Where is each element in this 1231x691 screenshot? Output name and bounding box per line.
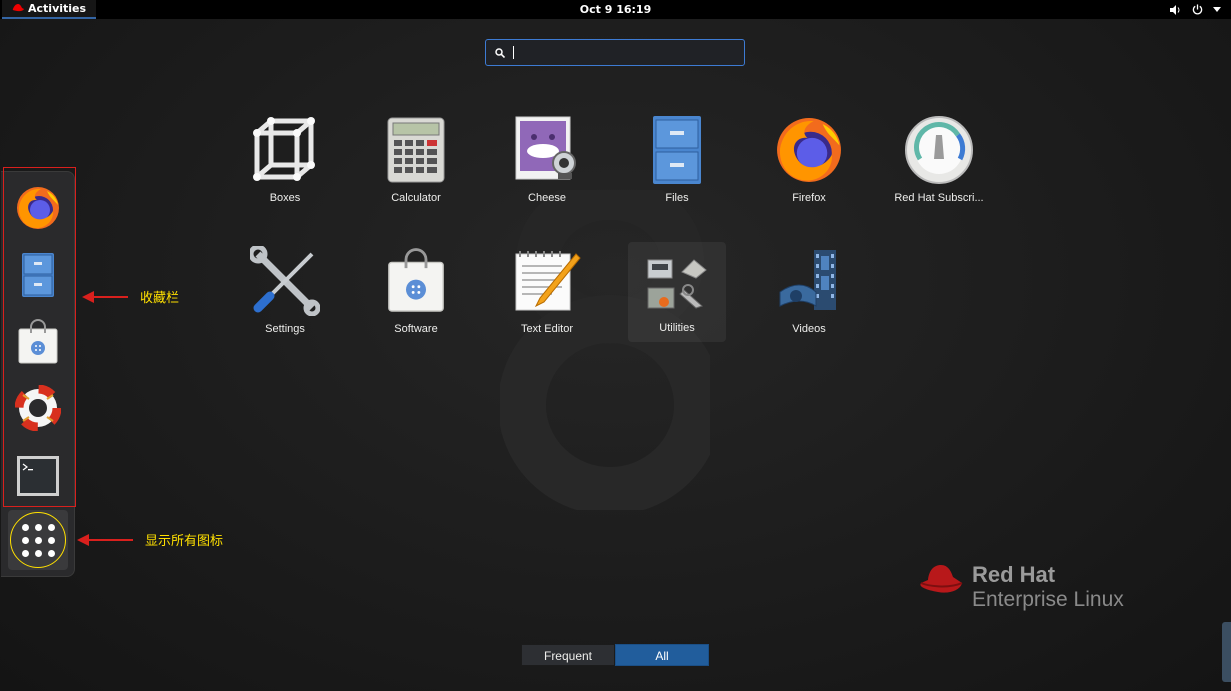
videos-icon: [779, 250, 836, 310]
help-icon: [15, 385, 61, 431]
subscription-icon: [905, 116, 973, 184]
app-software[interactable]: Software: [356, 245, 476, 345]
dock-item-terminal[interactable]: [13, 451, 63, 501]
terminal-icon: [17, 456, 59, 496]
rhel8-background-logo: [500, 190, 710, 510]
clock[interactable]: Oct 9 16:19: [0, 0, 1231, 19]
top-bar: Activities Oct 9 16:19: [0, 0, 1231, 19]
firefox-icon: [17, 187, 59, 229]
firefox-icon: [777, 118, 841, 182]
search-icon: [495, 43, 506, 62]
app-red-hat-subscription[interactable]: Red Hat Subscri...: [879, 114, 999, 214]
volume-icon: [1170, 4, 1182, 15]
branding-line1: Red Hat: [972, 562, 1056, 587]
files-icon: [653, 116, 701, 184]
app-label: Settings: [265, 323, 305, 335]
dock-item-help[interactable]: [13, 383, 63, 433]
frequent-tab[interactable]: Frequent: [521, 644, 615, 666]
cheese-icon: [515, 116, 576, 180]
redhat-branding: Red Hat Enterprise Linux: [918, 562, 1124, 612]
app-label: Cheese: [528, 192, 566, 204]
grid-icon: [10, 512, 66, 568]
show-apps-annotation: 显示所有图标: [77, 530, 223, 549]
app-label: Red Hat Subscri...: [894, 192, 984, 204]
search-bar[interactable]: [485, 39, 745, 66]
app-label: Boxes: [269, 192, 301, 204]
favorites-annotation-label: 收藏栏: [140, 291, 180, 306]
utilities-folder-icon: [647, 259, 707, 309]
app-files[interactable]: Files: [617, 114, 737, 214]
app-label: Utilities: [659, 322, 695, 334]
dock-item-software[interactable]: [13, 317, 63, 367]
app-videos[interactable]: Videos: [749, 245, 869, 345]
files-icon: [22, 253, 54, 297]
chevron-down-icon: [1213, 7, 1221, 12]
text-editor-icon: [515, 251, 581, 311]
app-label: Software: [394, 323, 438, 335]
workspace-thumbnail-edge[interactable]: [1222, 622, 1231, 682]
view-switcher: Frequent All: [521, 644, 709, 666]
show-apps-annotation-label: 显示所有图标: [145, 534, 224, 549]
app-label: Files: [665, 192, 689, 204]
search-input[interactable]: [522, 45, 742, 60]
app-label: Calculator: [391, 192, 441, 204]
power-icon: [1192, 4, 1203, 15]
app-label: Videos: [792, 323, 826, 335]
text-cursor: [513, 46, 514, 59]
show-applications-button[interactable]: [8, 510, 68, 570]
app-firefox[interactable]: Firefox: [749, 114, 869, 214]
favorites-annotation: 收藏栏: [82, 287, 179, 306]
software-icon: [388, 248, 444, 312]
arrow-left-icon: [77, 533, 133, 546]
app-calculator[interactable]: Calculator: [356, 114, 476, 214]
app-text-editor[interactable]: Text Editor: [487, 245, 607, 345]
calculator-icon: [387, 117, 445, 183]
app-utilities-folder[interactable]: Utilities: [628, 242, 726, 342]
all-tab[interactable]: All: [615, 644, 709, 666]
dock-item-firefox[interactable]: [13, 183, 63, 233]
settings-icon: [250, 246, 320, 316]
system-menu[interactable]: [1170, 0, 1221, 19]
app-cheese[interactable]: Cheese: [487, 114, 607, 214]
app-label: Text Editor: [521, 323, 573, 335]
arrow-left-icon: [82, 290, 128, 303]
boxes-icon: [253, 117, 315, 181]
redhat-logo-icon: [920, 565, 963, 593]
app-label: Firefox: [792, 192, 826, 204]
branding-line2: Enterprise Linux: [972, 588, 1124, 611]
clock-text[interactable]: Oct 9 16:19: [580, 0, 651, 19]
app-settings[interactable]: Settings: [225, 245, 345, 345]
dock-item-files[interactable]: [13, 250, 63, 300]
software-icon: [18, 319, 58, 364]
app-boxes[interactable]: Boxes: [225, 114, 345, 214]
